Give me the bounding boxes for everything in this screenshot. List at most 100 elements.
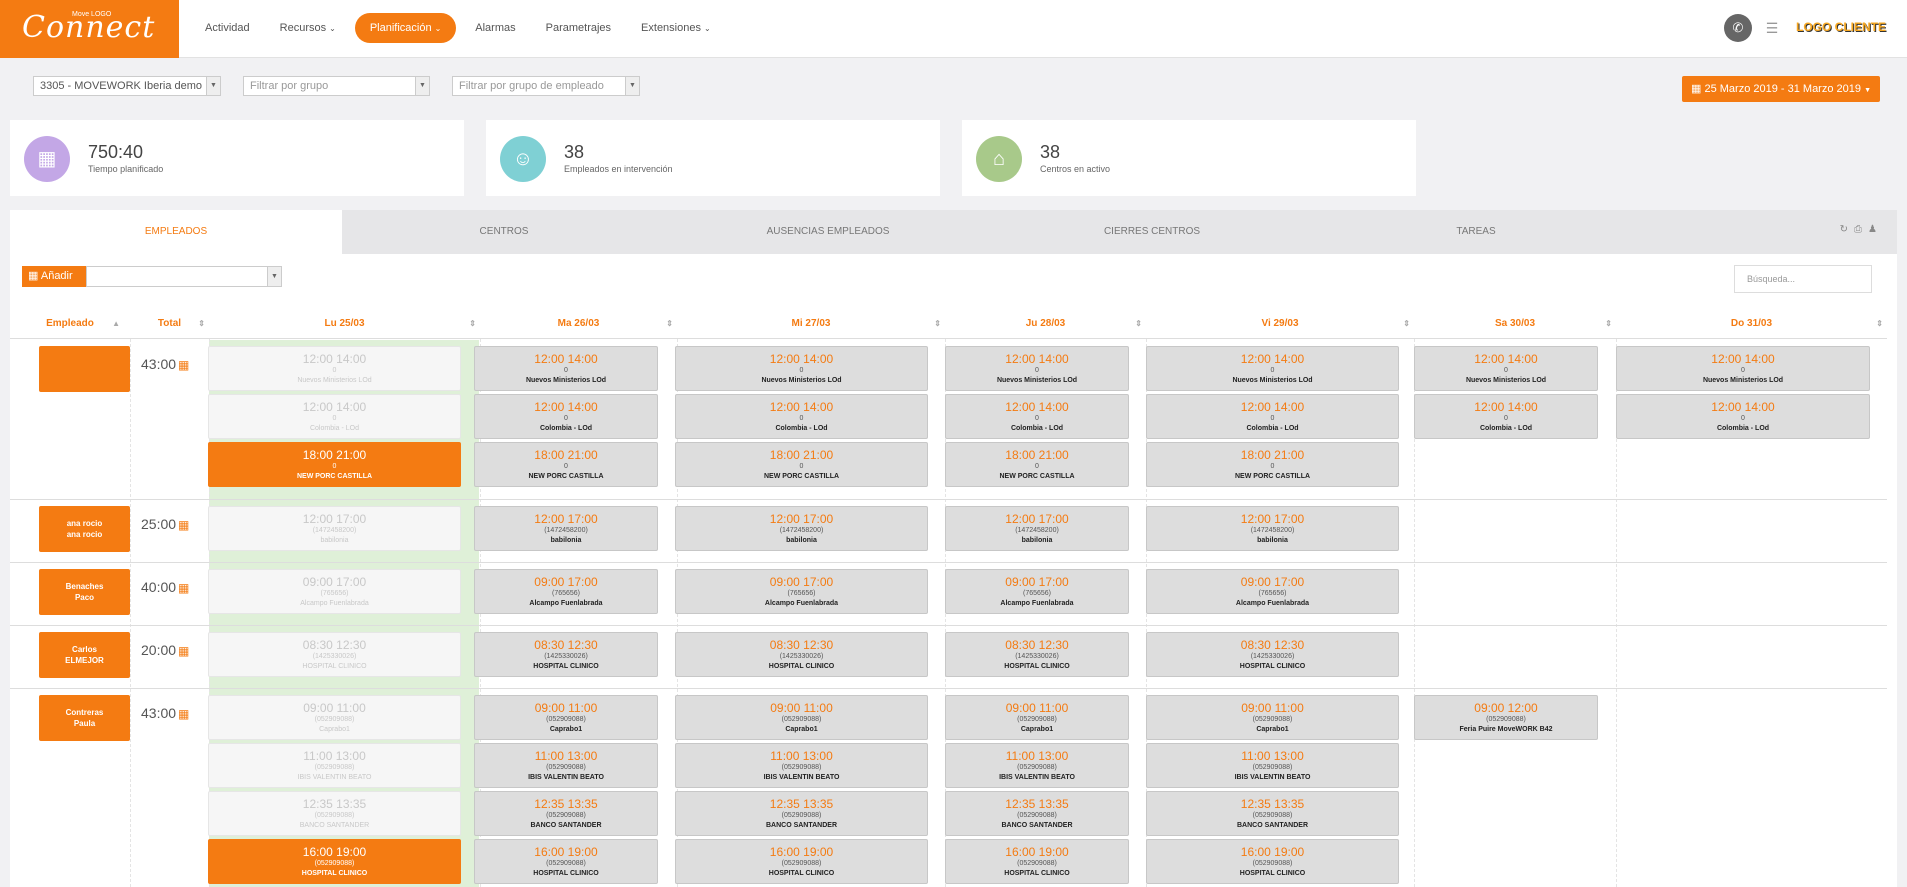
shift-card[interactable]: 16:00 19:00 (052909088) HOSPITAL CLINICO <box>474 839 658 884</box>
tab-cierres-centros[interactable]: CIERRES CENTROS <box>990 210 1314 254</box>
shift-card[interactable]: 12:35 13:35 (052909088) BANCO SANTANDER <box>945 791 1129 836</box>
phone-icon[interactable]: ✆ <box>1724 14 1752 42</box>
column-header-day[interactable]: Lu 25/03 ⇕ <box>209 309 480 339</box>
add-button[interactable]: ▦ Añadir <box>22 266 86 287</box>
shift-card[interactable]: 12:00 17:00 (1472458200) babilonia <box>1146 506 1399 551</box>
shift-card[interactable]: 12:00 17:00 (1472458200) babilonia <box>675 506 928 551</box>
nav-item-actividad[interactable]: Actividad <box>190 13 265 43</box>
column-header-total[interactable]: Total ⇕ <box>130 309 209 339</box>
shift-card[interactable]: 12:00 14:00 0 Colombia - LOd <box>208 394 461 439</box>
shift-card[interactable]: 09:00 11:00 (052909088) Caprabo1 <box>1146 695 1399 740</box>
shift-card[interactable]: 12:00 14:00 0 Colombia - LOd <box>1146 394 1399 439</box>
shift-card[interactable]: 12:00 17:00 (1472458200) babilonia <box>208 506 461 551</box>
shift-card[interactable]: 09:00 17:00 (765656) Alcampo Fuenlabrada <box>474 569 658 614</box>
shift-card[interactable]: 09:00 12:00 (052909088) Feria Puire MoveWO… <box>1414 695 1598 740</box>
column-header-day[interactable]: Vi 29/03 ⇕ <box>1146 309 1414 339</box>
employee-badge[interactable]: Carlos ELMEJOR <box>39 632 130 678</box>
column-header-day[interactable]: Ju 28/03 ⇕ <box>945 309 1146 339</box>
employee-badge[interactable] <box>39 346 130 392</box>
search-input[interactable]: Búsqueda... <box>1734 265 1872 293</box>
user-icon[interactable]: ♟ <box>1868 224 1883 235</box>
add-type-select[interactable]: ▼ <box>86 266 282 287</box>
shift-card[interactable]: 11:00 13:00 (052909088) IBIS VALENTIN BEAT… <box>1146 743 1399 788</box>
shift-card[interactable]: 08:30 12:30 (1425330026) HOSPITAL CLINICO <box>945 632 1129 677</box>
calendar-icon[interactable]: ▦ <box>178 581 189 595</box>
shift-card[interactable]: 08:30 12:30 (1425330026) HOSPITAL CLINICO <box>208 632 461 677</box>
sort-icon[interactable]: ⇕ <box>934 309 941 339</box>
sort-icon[interactable]: ⇕ <box>198 309 205 339</box>
sort-icon[interactable]: ⇕ <box>1403 309 1410 339</box>
column-header-day[interactable]: Do 31/03 ⇕ <box>1616 309 1887 339</box>
date-range-button[interactable]: ▦ 25 Marzo 2019 - 31 Marzo 2019 ▼ <box>1682 76 1880 102</box>
shift-card[interactable]: 09:00 17:00 (765656) Alcampo Fuenlabrada <box>1146 569 1399 614</box>
shift-card[interactable]: 12:35 13:35 (052909088) BANCO SANTANDER <box>208 791 461 836</box>
shift-card[interactable]: 12:35 13:35 (052909088) BANCO SANTANDER <box>474 791 658 836</box>
shift-card[interactable]: 18:00 21:00 0 NEW PORC CASTILLA <box>945 442 1129 487</box>
shift-card[interactable]: 16:00 19:00 (052909088) HOSPITAL CLINICO <box>1146 839 1399 884</box>
shift-card[interactable]: 09:00 17:00 (765656) Alcampo Fuenlabrada <box>945 569 1129 614</box>
shift-card[interactable]: 12:00 17:00 (1472458200) babilonia <box>945 506 1129 551</box>
column-header-day[interactable]: Sa 30/03 ⇕ <box>1414 309 1616 339</box>
tab-empleados[interactable]: EMPLEADOS <box>10 210 342 254</box>
shift-card[interactable]: 12:35 13:35 (052909088) BANCO SANTANDER <box>675 791 928 836</box>
column-header-day[interactable]: Ma 26/03 ⇕ <box>480 309 677 339</box>
column-header-employee[interactable]: Empleado ▲ <box>10 309 130 339</box>
tab-tareas[interactable]: TAREAS <box>1314 210 1638 254</box>
shift-card[interactable]: 12:00 14:00 0 Colombia - LOd <box>474 394 658 439</box>
tab-centros[interactable]: CENTROS <box>342 210 666 254</box>
nav-item-parametrajes[interactable]: Parametrajes <box>531 13 626 43</box>
shift-card[interactable]: 18:00 21:00 0 NEW PORC CASTILLA <box>474 442 658 487</box>
employee-badge[interactable]: ana rocio ana rocio <box>39 506 130 552</box>
nav-item-alarmas[interactable]: Alarmas <box>460 13 530 43</box>
print-icon[interactable]: ⎙ <box>1854 224 1868 235</box>
shift-card[interactable]: 12:00 14:00 0 Nuevos Ministerios LOd <box>945 346 1129 391</box>
shift-card[interactable]: 09:00 17:00 (765656) Alcampo Fuenlabrada <box>675 569 928 614</box>
shift-card[interactable]: 18:00 21:00 0 NEW PORC CASTILLA <box>1146 442 1399 487</box>
shift-card[interactable]: 18:00 21:00 0 NEW PORC CASTILLA <box>675 442 928 487</box>
employee-group-filter-select[interactable]: Filtrar por grupo de empleado ▼ <box>452 76 640 96</box>
calendar-icon[interactable]: ▦ <box>178 707 189 721</box>
shift-card[interactable]: 08:30 12:30 (1425330026) HOSPITAL CLINICO <box>474 632 658 677</box>
sort-asc-icon[interactable]: ▲ <box>112 309 120 339</box>
shift-card[interactable]: 12:00 17:00 (1472458200) babilonia <box>474 506 658 551</box>
sort-icon[interactable]: ⇕ <box>666 309 673 339</box>
app-logo[interactable]: Move LOGO Connect <box>0 0 179 58</box>
shift-card[interactable]: 12:00 14:00 0 Colombia - LOd <box>1616 394 1870 439</box>
sort-icon[interactable]: ⇕ <box>469 309 476 339</box>
employee-badge[interactable]: Benaches Paco <box>39 569 130 615</box>
shift-card[interactable]: 08:30 12:30 (1425330026) HOSPITAL CLINICO <box>675 632 928 677</box>
shift-card[interactable]: 12:00 14:00 0 Nuevos Ministerios LOd <box>1414 346 1598 391</box>
shift-card[interactable]: 16:00 19:00 (052909088) HOSPITAL CLINICO <box>675 839 928 884</box>
calendar-icon[interactable]: ▦ <box>178 644 189 658</box>
shift-card[interactable]: 09:00 11:00 (052909088) Caprabo1 <box>474 695 658 740</box>
shift-card[interactable]: 12:00 14:00 0 Nuevos Ministerios LOd <box>1616 346 1870 391</box>
shift-card[interactable]: 12:00 14:00 0 Nuevos Ministerios LOd <box>208 346 461 391</box>
sort-icon[interactable]: ⇕ <box>1605 309 1612 339</box>
shift-card[interactable]: 09:00 17:00 (765656) Alcampo Fuenlabrada <box>208 569 461 614</box>
shift-card[interactable]: 11:00 13:00 (052909088) IBIS VALENTIN BEAT… <box>474 743 658 788</box>
group-filter-select[interactable]: Filtrar por grupo ▼ <box>243 76 430 96</box>
employee-badge[interactable]: Contreras Paula <box>39 695 130 741</box>
shift-card[interactable]: 09:00 11:00 (052909088) Caprabo1 <box>675 695 928 740</box>
shift-card[interactable]: 12:00 14:00 0 Nuevos Ministerios LOd <box>1146 346 1399 391</box>
tab-ausencias-empleados[interactable]: AUSENCIAS EMPLEADOS <box>666 210 990 254</box>
hamburger-menu-icon[interactable]: ☰ <box>1760 14 1784 42</box>
shift-card[interactable]: 09:00 11:00 (052909088) Caprabo1 <box>945 695 1129 740</box>
calendar-icon[interactable]: ▦ <box>178 518 189 532</box>
shift-card[interactable]: 16:00 19:00 (052909088) HOSPITAL CLINICO <box>945 839 1129 884</box>
column-header-day[interactable]: Mi 27/03 ⇕ <box>677 309 945 339</box>
shift-card[interactable]: 16:00 19:00 (052909088) HOSPITAL CLINICO <box>208 839 461 884</box>
refresh-icon[interactable]: ↻ <box>1840 224 1854 235</box>
shift-card[interactable]: 11:00 13:00 (052909088) IBIS VALENTIN BEAT… <box>945 743 1129 788</box>
sort-icon[interactable]: ⇕ <box>1135 309 1142 339</box>
shift-card[interactable]: 09:00 11:00 (052909088) Caprabo1 <box>208 695 461 740</box>
company-select[interactable]: 3305 - MOVEWORK Iberia demo ▼ <box>33 76 221 96</box>
nav-item-extensiones[interactable]: Extensiones ⌄ <box>626 13 726 43</box>
shift-card[interactable]: 12:00 14:00 0 Nuevos Ministerios LOd <box>474 346 658 391</box>
shift-card[interactable]: 18:00 21:00 0 NEW PORC CASTILLA <box>208 442 461 487</box>
calendar-icon[interactable]: ▦ <box>178 358 189 372</box>
shift-card[interactable]: 12:00 14:00 0 Colombia - LOd <box>675 394 928 439</box>
nav-item-recursos[interactable]: Recursos ⌄ <box>265 13 351 43</box>
nav-item-planificación[interactable]: Planificación ⌄ <box>354 13 457 43</box>
shift-card[interactable]: 08:30 12:30 (1425330026) HOSPITAL CLINICO <box>1146 632 1399 677</box>
